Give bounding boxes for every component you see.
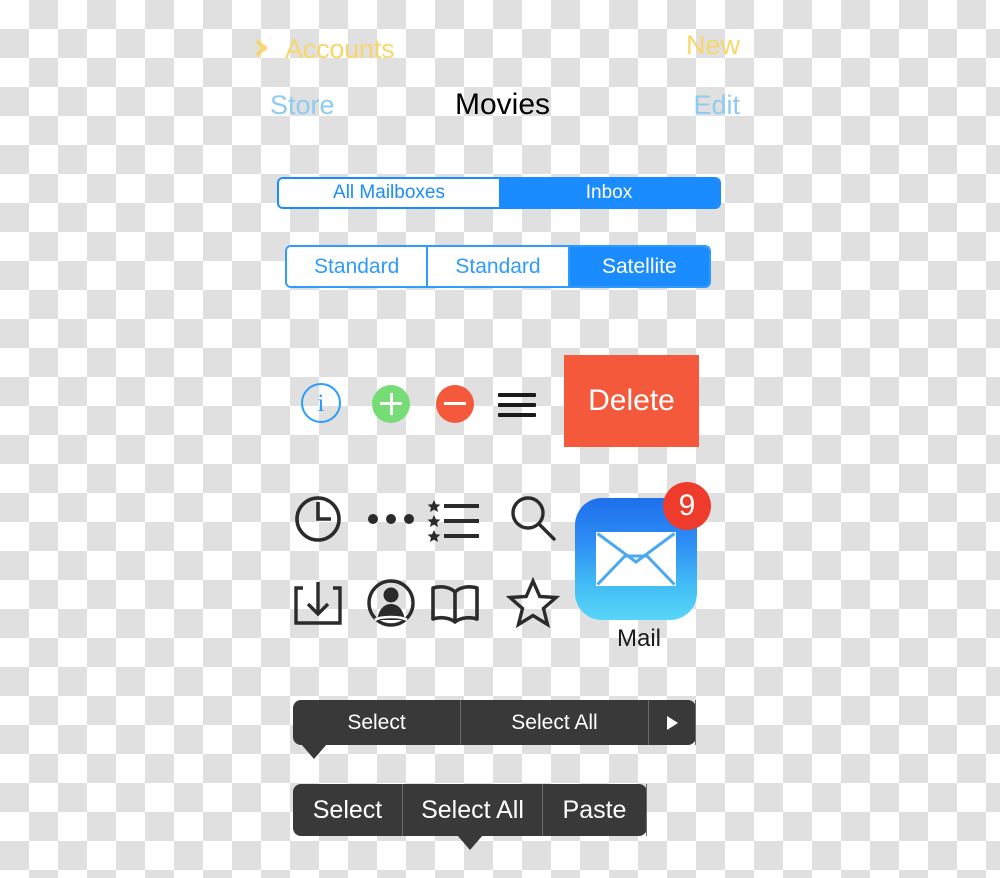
reorder-line <box>498 403 536 407</box>
canvas: Accounts New Store Movies Edit All Mailb… <box>0 0 1000 878</box>
menu-item-paste[interactable]: Paste <box>543 784 647 836</box>
chevron-left-icon <box>265 37 279 61</box>
context-menu-edit[interactable]: Select Select All <box>293 700 696 759</box>
search-icon[interactable] <box>505 491 561 547</box>
menu-item-select[interactable]: Select <box>293 700 461 745</box>
reorder-handle-icon[interactable] <box>498 393 536 417</box>
envelope-icon <box>596 532 676 586</box>
plus-glyph <box>380 393 402 415</box>
clock-icon[interactable] <box>290 491 346 547</box>
segmented-control-mailboxes[interactable]: All Mailboxes Inbox <box>277 177 721 209</box>
info-circle-icon[interactable]: i <box>301 383 341 423</box>
contacts-icon[interactable] <box>363 575 419 631</box>
page-title: Movies <box>454 88 551 121</box>
remove-circle-icon[interactable] <box>436 385 474 423</box>
delete-button[interactable]: Delete <box>564 355 699 447</box>
app-icon-label: Mail <box>616 625 661 652</box>
context-menu-paste[interactable]: Select Select All Paste <box>293 784 647 850</box>
bookmarks-list-icon[interactable] <box>427 491 483 547</box>
new-button[interactable]: New <box>686 30 740 61</box>
navigation-bar-second: Store Movies Edit <box>265 88 740 130</box>
segment-standard-1[interactable]: Standard <box>287 247 429 286</box>
segment-inbox[interactable]: Inbox <box>499 179 719 207</box>
app-icon-mail[interactable]: 9 Mail <box>575 482 711 652</box>
segment-satellite[interactable]: Satellite <box>569 247 709 286</box>
book-icon[interactable] <box>427 575 483 631</box>
reorder-line <box>498 413 536 417</box>
add-circle-icon[interactable] <box>372 385 410 423</box>
menu-item-select-all[interactable]: Select All <box>403 784 543 836</box>
minus-glyph <box>444 393 466 415</box>
reorder-line <box>498 393 536 397</box>
download-tray-icon[interactable] <box>290 575 346 631</box>
badge-count: 9 <box>663 482 711 530</box>
arrow-right-icon <box>666 715 678 730</box>
info-glyph: i <box>317 389 325 417</box>
menu-tail <box>457 835 483 850</box>
menu-item-select-all[interactable]: Select All <box>461 700 649 745</box>
ellipsis-icon[interactable] <box>363 491 419 547</box>
navigation-bar-top: Accounts New <box>265 28 740 70</box>
star-icon[interactable] <box>505 575 561 631</box>
menu-item-more[interactable] <box>649 700 696 745</box>
segment-standard-2[interactable]: Standard <box>428 247 570 286</box>
control-row: i Delete <box>290 355 710 450</box>
mail-icon[interactable]: 9 <box>575 482 711 620</box>
menu-item-select[interactable]: Select <box>293 784 403 836</box>
segment-all-mailboxes[interactable]: All Mailboxes <box>279 179 499 207</box>
edit-button[interactable]: Edit <box>693 90 740 121</box>
segmented-control-map-type[interactable]: Standard Standard Satellite <box>285 245 711 288</box>
back-button-label: Accounts <box>285 33 395 64</box>
menu-tail <box>301 744 327 759</box>
icon-grid: 9 Mail <box>290 482 711 652</box>
back-button[interactable]: Accounts <box>265 28 395 70</box>
